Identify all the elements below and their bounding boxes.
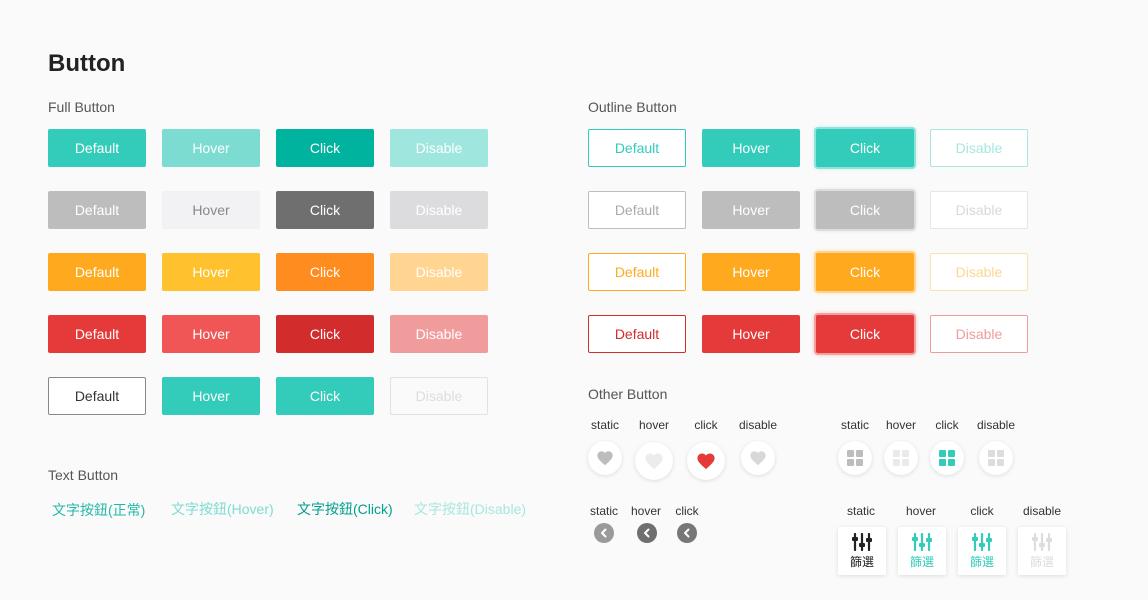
grid-click-button[interactable] [930,441,964,475]
grid-view-icon [893,450,909,466]
filter-disable-button: 篩選 [1018,527,1066,575]
grid-hover-button[interactable] [884,441,918,475]
text-button-disable: 文字按鈕(Disable) [414,501,527,517]
grid-static-label: static [840,418,869,432]
outline-orange-click-button[interactable]: Click [816,253,914,291]
full-orange-click-button[interactable]: Click [276,253,374,291]
full-teal-click-button[interactable]: Click [276,129,374,167]
outline-teal-hover-button[interactable]: Hover [702,129,800,167]
filter-click-label: click [970,504,994,518]
heart-static-label: static [590,418,619,432]
chevron-left-icon [684,528,690,538]
grid-disable-label: disable [976,418,1016,432]
heart-icon [750,451,766,466]
text-button-click[interactable]: 文字按鈕(Click) [297,499,393,519]
prev-arrow-click-button[interactable] [677,523,697,543]
text-button-hover[interactable]: 文字按鈕(Hover) [171,499,274,519]
heart-filled-icon [697,453,715,470]
heart-disable-button [741,441,775,475]
filter-hover-button[interactable]: 篩選 [898,527,946,575]
filter-click-button[interactable]: 篩選 [958,527,1006,575]
outline-button-heading: Outline Button [588,99,677,115]
grid-view-icon [847,450,863,466]
full-red-hover-button[interactable]: Hover [162,315,260,353]
text-button-normal[interactable]: 文字按鈕(正常) [52,500,145,520]
text-button-heading: Text Button [48,467,119,483]
full-teal-disable-button: Disable [390,129,488,167]
filter-hover-label: hover [905,504,937,518]
outline-orange-disable-button: Disable [930,253,1028,291]
sliders-icon [912,532,932,551]
sliders-icon [972,532,992,551]
outline-gray-disable-button: Disable [930,191,1028,229]
full-red-click-button[interactable]: Click [276,315,374,353]
chevron-left-icon [601,528,607,538]
full-gray-hover-button[interactable]: Hover [162,191,260,229]
arrow-click-label: click [675,504,699,518]
heart-icon [645,453,663,470]
full-white-disable-button: Disable [390,377,488,415]
filter-static-button[interactable]: 篩選 [838,527,886,575]
sliders-icon [852,532,872,551]
outline-gray-click-button[interactable]: Click [816,191,914,229]
outline-red-click-button[interactable]: Click [816,315,914,353]
full-button-heading: Full Button [48,99,115,115]
grid-click-label: click [935,418,959,432]
full-gray-click-button[interactable]: Click [276,191,374,229]
chevron-left-icon [644,528,650,538]
grid-disable-button [979,441,1013,475]
heart-click-button[interactable] [687,442,725,480]
filter-static-text: 篩選 [849,554,874,569]
heart-hover-button[interactable] [635,442,673,480]
full-teal-hover-button[interactable]: Hover [162,129,260,167]
full-white-hover-button[interactable]: Hover [162,377,260,415]
grid-static-button[interactable] [838,441,872,475]
outline-orange-hover-button[interactable]: Hover [702,253,800,291]
outline-red-default-button[interactable]: Default [588,315,686,353]
outline-teal-default-button[interactable]: Default [588,129,686,167]
full-red-disable-button: Disable [390,315,488,353]
full-white-click-button[interactable]: Click [276,377,374,415]
full-red-default-button[interactable]: Default [48,315,146,353]
full-white-default-button[interactable]: Default [48,377,146,415]
grid-view-icon [939,450,955,466]
full-gray-default-button[interactable]: Default [48,191,146,229]
full-orange-disable-button: Disable [390,253,488,291]
outline-gray-default-button[interactable]: Default [588,191,686,229]
full-orange-hover-button[interactable]: Hover [162,253,260,291]
heart-icon [597,451,613,466]
full-orange-default-button[interactable]: Default [48,253,146,291]
outline-teal-disable-button: Disable [930,129,1028,167]
outline-gray-hover-button[interactable]: Hover [702,191,800,229]
sliders-icon [1032,532,1052,551]
filter-disable-label: disable [1022,504,1062,518]
filter-disable-text: 篩選 [1029,554,1054,569]
prev-arrow-static-button[interactable] [594,523,614,543]
prev-arrow-hover-button[interactable] [637,523,657,543]
filter-click-text: 篩選 [969,554,994,569]
heart-disable-label: disable [738,418,778,432]
filter-static-label: static [846,504,875,518]
heart-static-button[interactable] [588,441,622,475]
filter-hover-text: 篩選 [909,554,934,569]
grid-hover-label: hover [885,418,917,432]
outline-red-hover-button[interactable]: Hover [702,315,800,353]
other-button-heading: Other Button [588,386,668,402]
outline-red-disable-button: Disable [930,315,1028,353]
grid-view-icon [988,450,1004,466]
full-gray-disable-button: Disable [390,191,488,229]
outline-teal-click-button[interactable]: Click [816,129,914,167]
outline-orange-default-button[interactable]: Default [588,253,686,291]
page-title: Button [48,50,126,77]
heart-click-label: click [694,418,718,432]
full-teal-default-button[interactable]: Default [48,129,146,167]
heart-hover-label: hover [638,418,670,432]
